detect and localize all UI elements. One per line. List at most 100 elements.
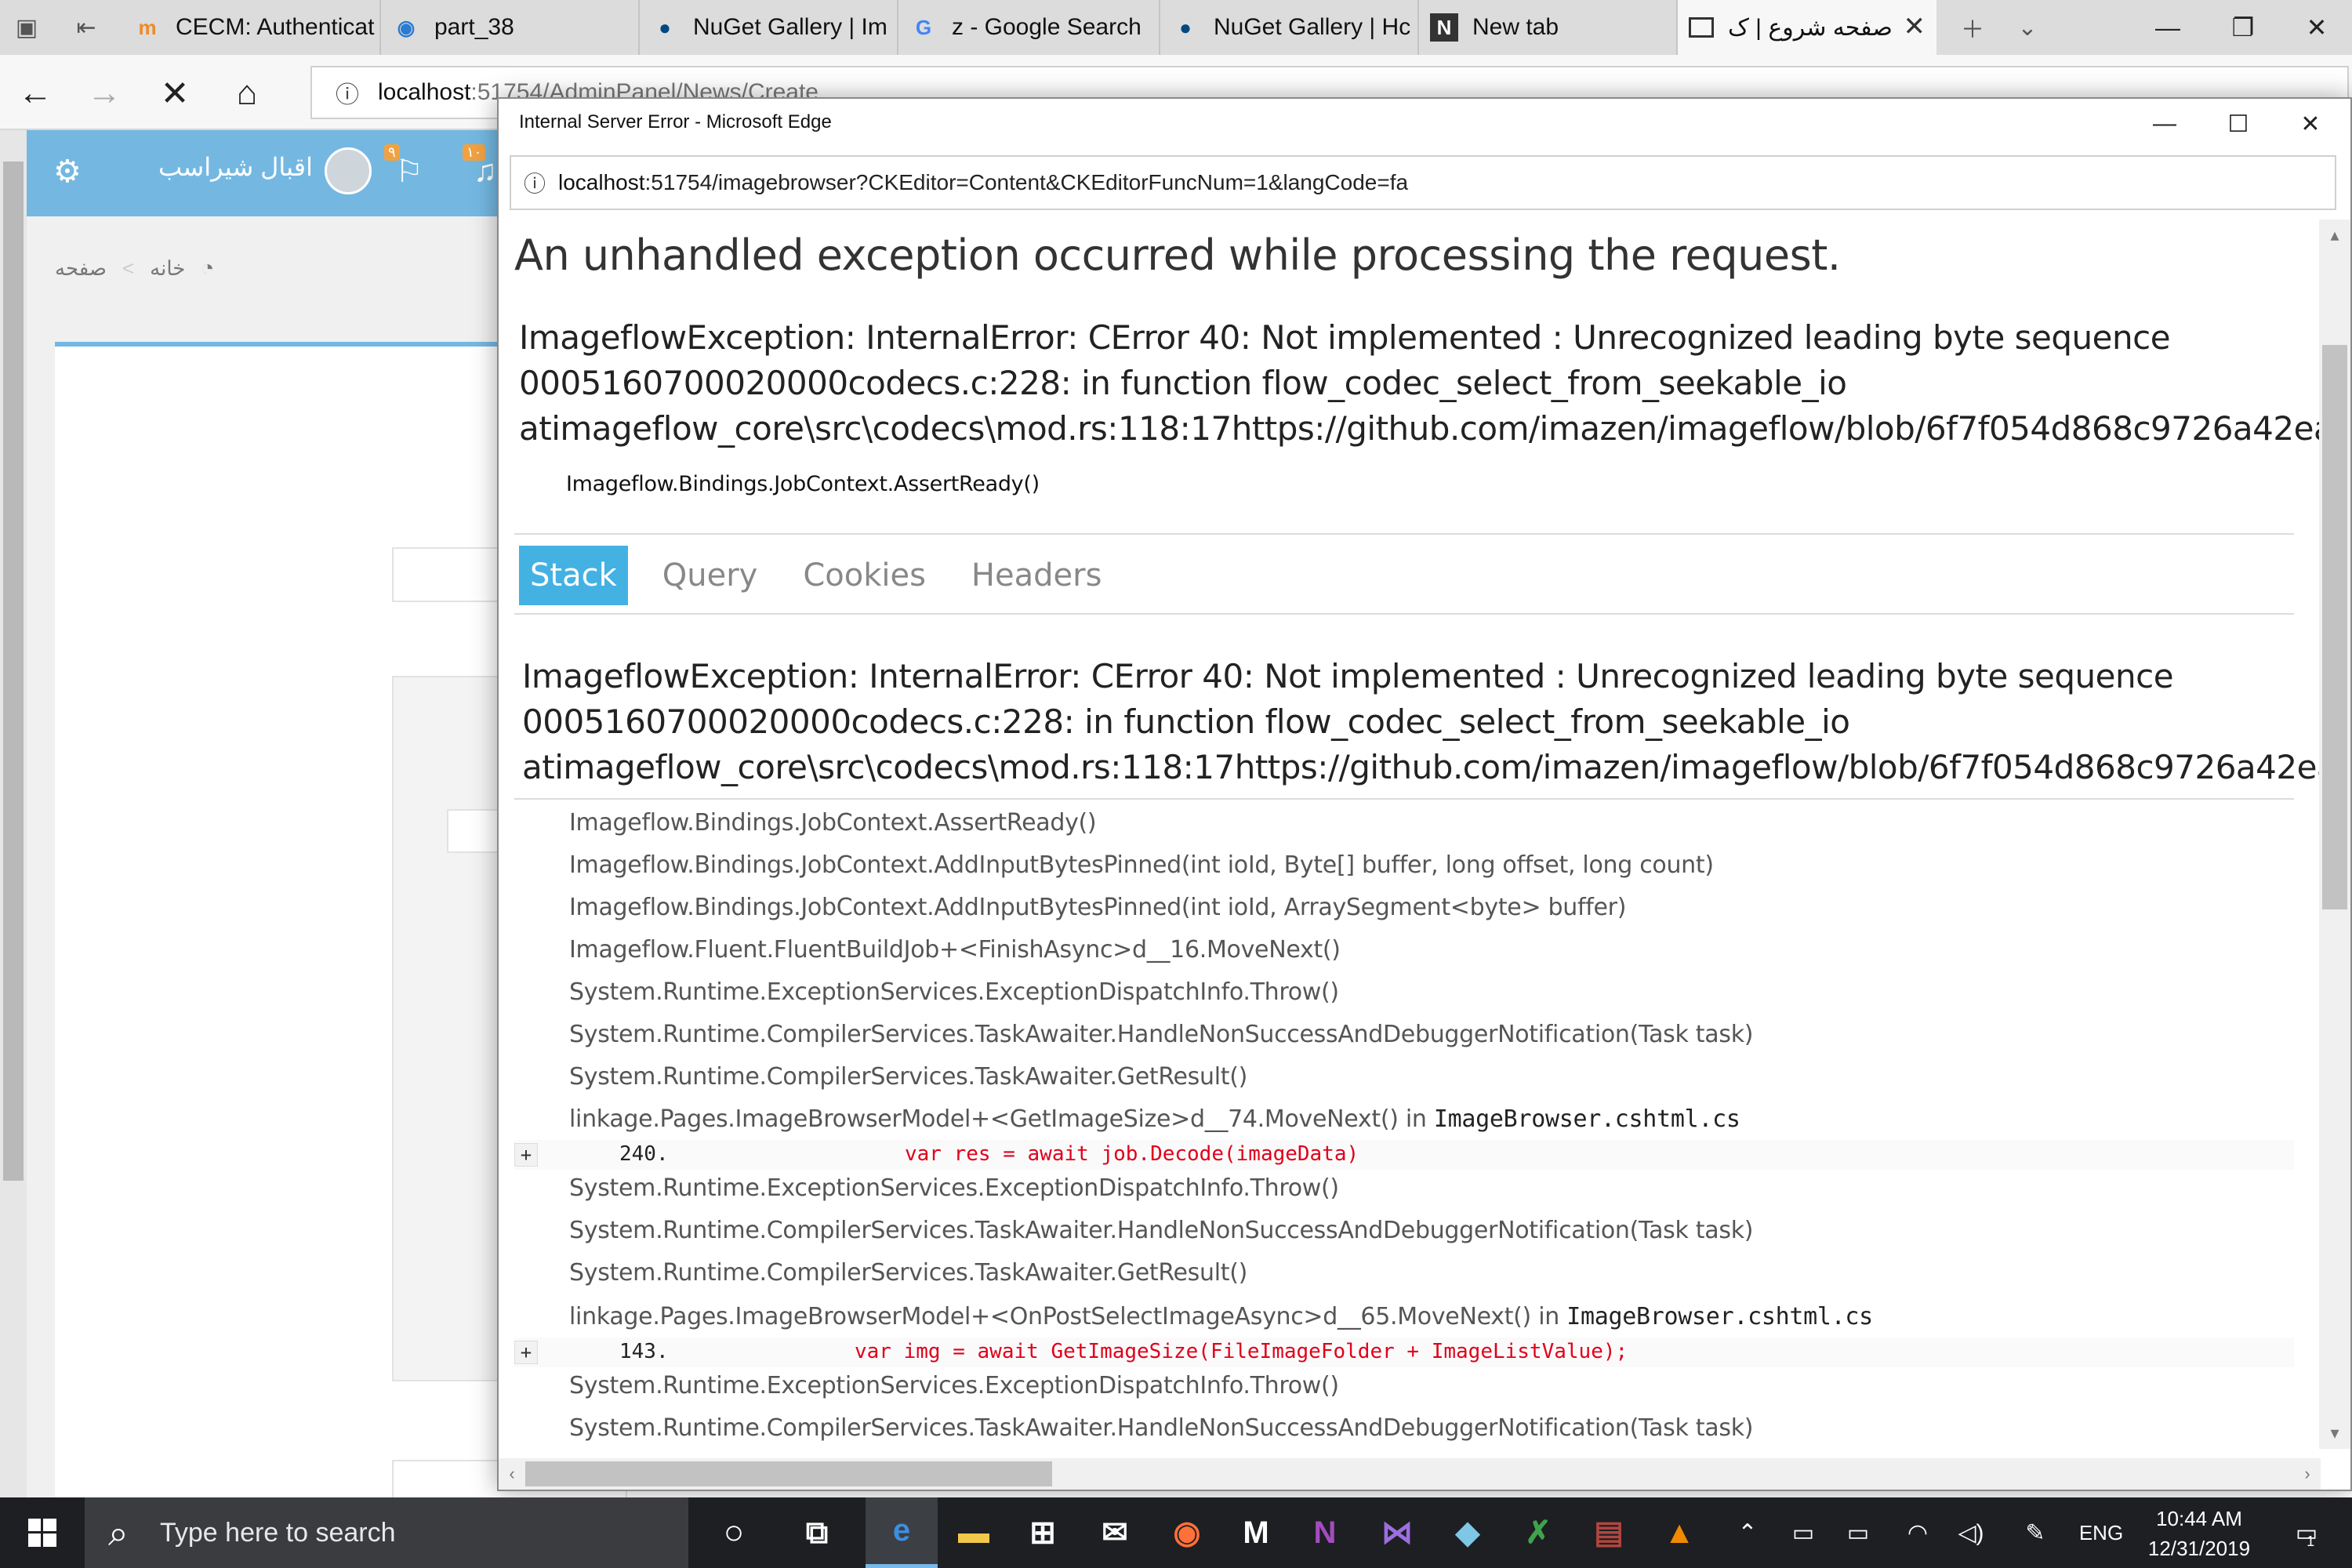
browser-tab[interactable]: m CECM: Authenticat: [122, 0, 381, 55]
m-app-icon[interactable]: M: [1220, 1497, 1292, 1568]
vlc-icon[interactable]: ▲: [1643, 1497, 1715, 1568]
scroll-up-icon[interactable]: ▴: [2319, 220, 2350, 251]
show-hidden-icons-icon[interactable]: ⌃: [1728, 1497, 1767, 1568]
clock[interactable]: 10:44 AM 12/31/2019: [2132, 1504, 2266, 1563]
stack-frame: System.Runtime.ExceptionServices.Excepti…: [569, 1174, 1339, 1202]
back-icon[interactable]: ←: [8, 66, 63, 121]
avatar[interactable]: [325, 147, 372, 194]
file-explorer-icon[interactable]: ▬: [938, 1497, 1010, 1568]
stack-frame: System.Runtime.CompilerServices.TaskAwai…: [569, 1021, 1754, 1048]
breadcrumb: ◔ خانه > صفحه: [55, 256, 214, 281]
set-tabs-aside-icon[interactable]: ⇤: [63, 0, 110, 55]
flag-badge: ۹: [384, 144, 400, 161]
tab-manager-icon[interactable]: ▣: [3, 0, 50, 55]
popup-address-bar[interactable]: ⓘ localhost:51754/imagebrowser?CKEditor=…: [510, 155, 2336, 210]
new-tab-icon[interactable]: ＋: [1949, 0, 1996, 55]
app-cube-icon[interactable]: ◆: [1432, 1497, 1504, 1568]
error-message-line: atimageflow_core\src\codecs\mod.rs:118:1…: [519, 409, 2319, 448]
tab-stack[interactable]: Stack: [519, 546, 628, 605]
moodle-icon: m: [138, 15, 157, 39]
mail-icon[interactable]: ✉: [1079, 1497, 1151, 1568]
close-window-icon[interactable]: ✕: [2281, 0, 2352, 55]
stack-frame-source[interactable]: linkage.Pages.ImageBrowserModel+<OnPostS…: [569, 1303, 1873, 1330]
windows-start-button[interactable]: [0, 1497, 85, 1568]
minimize-icon[interactable]: —: [2129, 99, 2200, 149]
visual-studio-icon[interactable]: ⋈: [1361, 1497, 1433, 1568]
horizontal-scrollbar[interactable]: ‹ ›: [499, 1458, 2321, 1490]
frame-method: linkage.Pages.ImageBrowserModel+<OnPostS…: [569, 1303, 1567, 1330]
browser-tab-active[interactable]: صفحه شروع | ک ✕: [1678, 0, 1936, 55]
browser-tab[interactable]: ● NuGet Gallery | Hc: [1160, 0, 1419, 55]
stack-frame-source[interactable]: linkage.Pages.ImageBrowserModel+<GetImag…: [569, 1105, 1740, 1133]
onenote-icon[interactable]: N: [1289, 1497, 1361, 1568]
close-window-icon[interactable]: ✕: [2275, 99, 2346, 149]
address-path: :51754/imagebrowser?CKEditor=Content&CKE…: [644, 170, 1409, 194]
close-tab-icon[interactable]: ✕: [1904, 11, 1926, 42]
stack-frame: Imageflow.Bindings.JobContext.AssertRead…: [569, 809, 1097, 837]
tab-cookies[interactable]: Cookies: [792, 546, 937, 605]
nuget-icon: ●: [1179, 15, 1192, 39]
browser-tab[interactable]: N New tab: [1419, 0, 1678, 55]
stack-exception-line: atimageflow_core\src\codecs\mod.rs:118:1…: [522, 748, 2319, 786]
stop-loading-icon[interactable]: ✕: [147, 66, 202, 121]
bell-badge: ۱۰: [463, 144, 486, 161]
excel-tool-icon[interactable]: ✗: [1502, 1497, 1574, 1568]
nuget-icon: ●: [659, 15, 671, 39]
battery-icon[interactable]: ▭: [1835, 1497, 1882, 1568]
user-name[interactable]: اقبال شیراسب: [158, 152, 313, 182]
clock-time: 10:44 AM: [2156, 1507, 2242, 1530]
scroll-right-icon[interactable]: ›: [2294, 1458, 2321, 1490]
wifi-icon[interactable]: ◠: [1894, 1497, 1941, 1568]
error-popup-window: Internal Server Error - Microsoft Edge —…: [497, 97, 2352, 1491]
language-indicator[interactable]: ENG: [2070, 1497, 2132, 1568]
display-icon[interactable]: ▭: [1780, 1497, 1827, 1568]
browser-tab[interactable]: G z - Google Search: [898, 0, 1160, 55]
info-icon: ⓘ: [336, 82, 359, 108]
newtab-icon: N: [1430, 13, 1458, 42]
settings-gears-icon[interactable]: ⚙: [53, 154, 82, 190]
task-view-icon[interactable]: ⧉: [781, 1497, 853, 1568]
error-heading: An unhandled exception occurred while pr…: [514, 230, 1841, 280]
cortana-icon[interactable]: ○: [698, 1497, 770, 1568]
firefox-icon[interactable]: ◉: [1151, 1497, 1223, 1568]
page-scrollbar[interactable]: [0, 130, 27, 1497]
stack-frame: System.Runtime.CompilerServices.TaskAwai…: [569, 1063, 1248, 1091]
scroll-left-icon[interactable]: ‹: [499, 1458, 525, 1490]
store-icon[interactable]: ⊞: [1007, 1497, 1079, 1568]
chevron-down-icon[interactable]: ⌄: [2004, 0, 2051, 55]
winrar-icon[interactable]: ▤: [1573, 1497, 1645, 1568]
tab-headers[interactable]: Headers: [960, 546, 1112, 605]
vertical-scrollbar[interactable]: ▴ ▾: [2319, 220, 2350, 1449]
minimize-icon[interactable]: —: [2132, 0, 2203, 55]
edge-icon[interactable]: e: [866, 1497, 938, 1568]
expand-source-button[interactable]: +: [514, 1143, 538, 1167]
forward-icon[interactable]: →: [77, 66, 132, 121]
error-page: An unhandled exception occurred while pr…: [499, 220, 2319, 1449]
pen-icon[interactable]: ✎: [2012, 1497, 2059, 1568]
expand-source-button[interactable]: +: [514, 1341, 538, 1364]
taskbar: ⌕ Type here to search ○ ⧉ e ▬ ⊞ ✉ ◉ M N …: [0, 1497, 2352, 1568]
browser-tab[interactable]: ◉ part_38: [381, 0, 640, 55]
breadcrumb-home[interactable]: خانه: [150, 256, 185, 281]
address-host: localhost: [558, 170, 645, 194]
google-icon: G: [915, 15, 932, 39]
maximize-icon[interactable]: ☐: [2203, 99, 2274, 149]
error-message-line: 0005160700020000codecs.c:228: in functio…: [519, 364, 1847, 402]
stack-exception-line: 0005160700020000codecs.c:228: in functio…: [522, 702, 1850, 741]
taskbar-search-box[interactable]: ⌕ Type here to search: [85, 1497, 688, 1568]
notification-icon[interactable]: ▭ 1: [2274, 1497, 2336, 1568]
restore-icon[interactable]: ❐: [2208, 0, 2278, 55]
scroll-down-icon[interactable]: ▾: [2319, 1417, 2350, 1449]
frame-file: ImageBrowser.cshtml.cs: [1433, 1105, 1740, 1133]
popup-title-bar: Internal Server Error - Microsoft Edge —…: [499, 99, 2350, 149]
volume-icon[interactable]: ◁): [1947, 1497, 1994, 1568]
scroll-thumb[interactable]: [2322, 345, 2347, 909]
tab-title: NuGet Gallery | Im: [693, 14, 887, 40]
scroll-thumb[interactable]: [525, 1461, 1052, 1486]
home-icon[interactable]: ⌂: [220, 66, 274, 121]
windows-logo-icon: [28, 1519, 56, 1547]
search-placeholder: Type here to search: [160, 1517, 396, 1548]
tab-title: New tab: [1472, 14, 1559, 40]
browser-tab[interactable]: ● NuGet Gallery | Im: [640, 0, 898, 55]
tab-query[interactable]: Query: [652, 546, 769, 605]
